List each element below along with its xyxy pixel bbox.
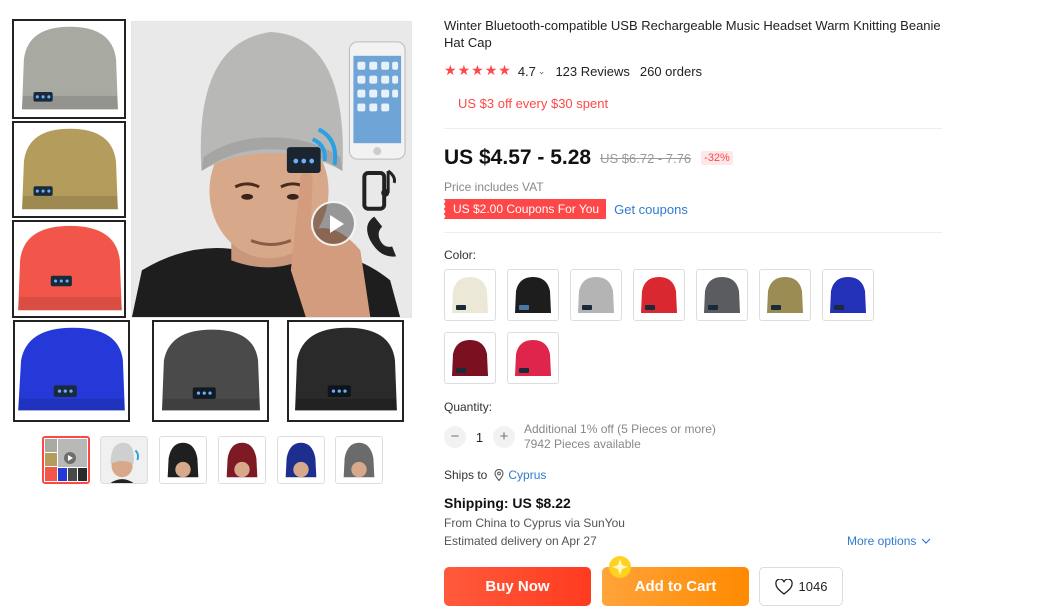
original-price: US $6.72 - 7.76 <box>600 150 692 166</box>
star-icon: ★ <box>444 63 457 79</box>
beanie-image <box>641 277 677 313</box>
ships-to-location[interactable]: Cyprus <box>508 468 546 482</box>
chevron-down-icon <box>921 538 931 544</box>
ships-to-label: Ships to <box>444 468 488 482</box>
thumb-model[interactable] <box>100 436 148 484</box>
swatch-rose[interactable] <box>507 332 559 384</box>
vat-note: Price includes VAT <box>444 180 544 194</box>
more-options-link[interactable]: More options <box>847 534 931 548</box>
orders-count: 260 orders <box>639 63 703 79</box>
rating-value[interactable]: 4.7 <box>518 64 536 79</box>
thumb-navy[interactable] <box>277 436 325 484</box>
quantity-stepper: − 1 + <box>444 424 515 450</box>
star-icon: ★ <box>484 63 498 79</box>
beanie-image <box>767 277 803 313</box>
current-price: US $4.57 - 5.28 <box>444 146 592 169</box>
quantity-label: Quantity: <box>444 400 493 414</box>
swatch-blue[interactable] <box>822 269 874 321</box>
quantity-plus-button[interactable]: + <box>493 426 515 448</box>
product-title: Winter Bluetooth-compatible USB Recharge… <box>444 18 941 50</box>
beanie-image <box>15 322 128 420</box>
bulk-discount-note: Additional 1% off (5 Pieces or more) <box>524 422 716 436</box>
collage-image <box>44 438 88 482</box>
shipping-route: From China to Cyprus via SunYou <box>444 516 625 530</box>
rating-row: ★ ★ ★ ★ ★ 4.7 ⌄ 123 Reviews 260 orders <box>444 62 702 80</box>
price-row: US $4.57 - 5.28 US $6.72 - 7.76 -32% <box>444 144 733 172</box>
coupon-tag[interactable]: US $2.00 Coupons For You <box>442 199 607 219</box>
coupon-row: US $2.00 Coupons For You Get coupons <box>442 199 688 219</box>
beanie-image <box>14 222 124 316</box>
gallery-thumb-black[interactable] <box>287 320 404 422</box>
model-wearing-beanie-image <box>132 22 411 317</box>
swatch-burgundy[interactable] <box>444 332 496 384</box>
beanie-image <box>154 322 267 420</box>
heart-icon <box>774 578 793 595</box>
gallery-thumb-red[interactable] <box>12 220 126 318</box>
star-icon: ★ <box>457 63 471 79</box>
gallery-thumb-blue[interactable] <box>13 320 130 422</box>
star-icon: ★ <box>498 63 511 79</box>
beanie-image <box>515 277 551 313</box>
video-play-button[interactable] <box>311 201 356 246</box>
location-pin-icon <box>494 469 504 481</box>
beanie-image <box>515 340 551 376</box>
beanie-image <box>289 322 402 420</box>
quantity-note: Additional 1% off (5 Pieces or more) 794… <box>524 422 716 452</box>
product-info-panel: Winter Bluetooth-compatible USB Recharge… <box>442 0 944 612</box>
swatch-black[interactable] <box>507 269 559 321</box>
thumb-collage[interactable] <box>42 436 90 484</box>
divider <box>444 232 942 233</box>
shipping-cost: Shipping: US $8.22 <box>444 495 571 511</box>
star-rating: ★ ★ ★ ★ ★ <box>444 64 511 78</box>
main-product-image[interactable] <box>131 21 412 318</box>
beanie-image <box>219 437 265 483</box>
wishlist-count: 1046 <box>798 579 828 594</box>
swatch-red[interactable] <box>633 269 685 321</box>
wishlist-button[interactable]: 1046 <box>759 567 843 606</box>
beanie-image <box>160 437 206 483</box>
beanie-image <box>704 277 740 313</box>
chevron-down-icon[interactable]: ⌄ <box>538 66 546 77</box>
beanie-image <box>452 340 488 376</box>
beanie-image <box>336 437 382 483</box>
beanie-image <box>14 123 124 216</box>
gallery-thumb-gray[interactable] <box>12 19 126 119</box>
more-options-label: More options <box>847 534 917 548</box>
beanie-image <box>830 277 866 313</box>
discount-badge: -32% <box>701 151 733 165</box>
beanie-image <box>14 21 124 117</box>
product-gallery <box>12 19 412 423</box>
beanie-image <box>278 437 324 483</box>
gallery-thumb-khaki[interactable] <box>12 121 126 218</box>
thumb-black[interactable] <box>159 436 207 484</box>
thumb-burgundy[interactable] <box>218 436 266 484</box>
swatch-cream[interactable] <box>444 269 496 321</box>
divider <box>444 128 942 129</box>
ships-to-row: Ships to Cyprus <box>444 468 546 482</box>
gallery-thumb-dark-gray[interactable] <box>152 320 269 422</box>
estimated-delivery: Estimated delivery on Apr 27 <box>444 534 597 548</box>
reviews-link[interactable]: 123 Reviews <box>555 64 629 79</box>
swatch-dark-gray[interactable] <box>696 269 748 321</box>
quantity-minus-button[interactable]: − <box>444 426 466 448</box>
sparkle-coin-icon <box>609 556 631 578</box>
quantity-input[interactable]: 1 <box>466 430 493 445</box>
swatch-khaki[interactable] <box>759 269 811 321</box>
store-promo[interactable]: US $3 off every $30 spent <box>458 96 608 111</box>
get-coupons-link[interactable]: Get coupons <box>614 202 688 217</box>
model-image <box>101 437 147 483</box>
beanie-image <box>452 277 488 313</box>
stock-available: 7942 Pieces available <box>524 437 641 451</box>
beanie-image <box>578 277 614 313</box>
thumb-gray[interactable] <box>335 436 383 484</box>
color-label: Color: <box>444 248 477 262</box>
star-icon: ★ <box>471 63 484 79</box>
buy-now-button[interactable]: Buy Now <box>444 567 591 606</box>
swatch-light-gray[interactable] <box>570 269 622 321</box>
